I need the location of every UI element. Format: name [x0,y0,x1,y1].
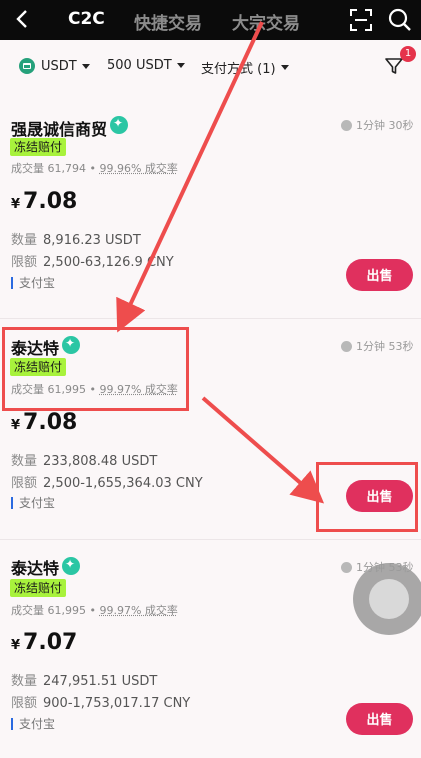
quantity-row: 数量 247,951.51 USDT [11,670,157,689]
quantity-label: 数量 [11,454,37,469]
limit-value: 900-1,753,017.17 CNY [43,696,190,711]
quantity-label: 数量 [11,233,37,248]
currency-symbol: ¥ [11,197,20,212]
payment-method-alipay: 支付宝 [11,497,55,509]
usdt-coin-icon [19,58,35,74]
amount-label: 500 USDT [107,58,172,73]
payment-method-alipay: 支付宝 [11,718,55,730]
price: ¥7.07 [11,630,77,655]
clock-icon [341,120,352,131]
clock-icon [341,562,352,573]
tab-quick-trade[interactable]: 快捷交易 [134,9,202,34]
freeze-compensation-tag: 冻结赔付 [10,138,66,156]
limit-label: 限额 [11,255,37,270]
chevron-down-icon [82,64,90,69]
completion-rate: 99.96% 成交率 [99,162,177,175]
back-arrow-icon[interactable] [14,8,32,30]
limit-label: 限额 [11,696,37,711]
trade-volume: 成交量 61,794 [11,162,86,175]
quantity-value: 233,808.48 USDT [43,454,157,469]
payment-time-value: 1分钟 30秒 [356,117,414,133]
price-value: 7.08 [23,410,77,435]
floating-assistive-button[interactable] [353,563,421,635]
completion-rate: 99.97% 成交率 [99,604,177,617]
filter-count-badge: 1 [400,46,416,62]
search-icon[interactable] [388,8,412,32]
quantity-label: 数量 [11,674,37,689]
trade-volume: 成交量 61,995 [11,604,86,617]
quantity-row: 数量 8,916.23 USDT [11,229,141,248]
divider [0,318,421,319]
merchant-name[interactable]: 泰达特 [11,555,59,579]
coin-selector[interactable]: USDT [19,58,90,74]
freeze-compensation-tag: 冻结赔付 [10,579,66,597]
price: ¥7.08 [11,410,77,435]
annotation-highlight-merchant [2,327,189,411]
limit-row: 限额 2,500-63,126.9 CNY [11,251,174,270]
quantity-value: 8,916.23 USDT [43,233,141,248]
payment-time-value: 1分钟 53秒 [356,338,414,354]
price: ¥7.08 [11,189,77,214]
tab-c2c[interactable]: C2C [68,9,105,29]
clock-icon [341,341,352,352]
chevron-down-icon [281,65,289,70]
payment-method-selector[interactable]: 支付方式 (1) [201,58,289,77]
verified-badge-icon [62,557,80,575]
top-navigation-bar: C2C 快捷交易 大宗交易 [0,0,421,40]
sell-button[interactable]: 出售 [346,259,413,291]
verified-badge-icon [110,116,128,134]
annotation-arrow [203,398,312,493]
filter-bar: USDT 500 USDT 支付方式 (1) [0,40,421,90]
limit-row: 限额 900-1,753,017.17 CNY [11,692,190,711]
amount-selector[interactable]: 500 USDT [107,58,185,73]
payment-method-alipay: 支付宝 [11,277,55,289]
currency-symbol: ¥ [11,638,20,653]
merchant-name[interactable]: 强晟诚信商贸 [11,116,107,140]
price-value: 7.07 [23,630,77,655]
limit-row: 限额 2,500-1,655,364.03 CNY [11,472,203,491]
divider [0,539,421,540]
limit-value: 2,500-63,126.9 CNY [43,255,174,270]
limit-value: 2,500-1,655,364.03 CNY [43,476,203,491]
payment-time: 1分钟 53秒 [341,338,414,354]
quantity-value: 247,951.51 USDT [43,674,157,689]
tab-block-trade[interactable]: 大宗交易 [232,9,300,34]
sell-button[interactable]: 出售 [346,703,413,735]
currency-symbol: ¥ [11,418,20,433]
coin-label: USDT [41,59,77,74]
limit-label: 限额 [11,476,37,491]
trade-stats: 成交量 61,995 • 99.97% 成交率 [11,602,178,618]
scan-icon[interactable] [350,9,372,31]
price-value: 7.08 [23,189,77,214]
payment-method-label: 支付方式 (1) [201,58,276,77]
payment-time: 1分钟 30秒 [341,117,414,133]
annotation-highlight-sell-button [316,462,418,532]
trade-stats: 成交量 61,794 • 99.96% 成交率 [11,160,178,176]
chevron-down-icon [177,63,185,68]
quantity-row: 数量 233,808.48 USDT [11,450,157,469]
